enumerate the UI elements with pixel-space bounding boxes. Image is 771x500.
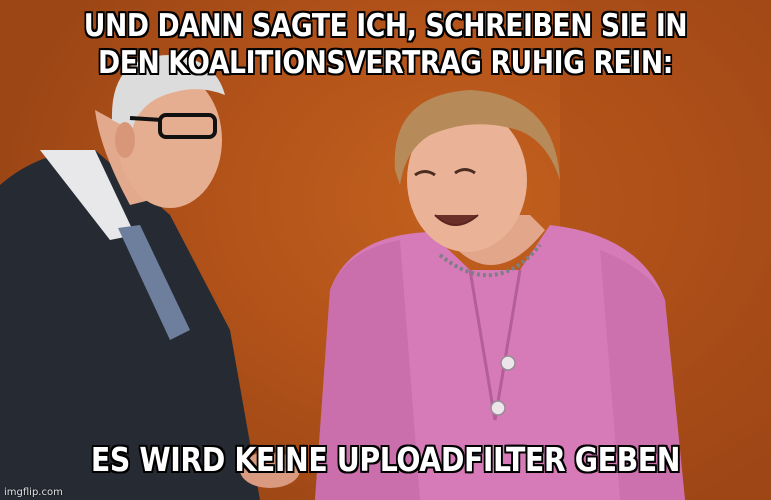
top-caption: UND DANN SAGTE ICH, SCHREIBEN SIE IN DEN… [83,8,688,81]
man-ear [115,122,135,158]
bottom-caption: ES WIRD KEINE UPLOADFILTER GEBEN [90,440,681,479]
jacket-button-1 [500,355,516,371]
jacket-button-2 [490,400,506,416]
watermark: imgflip.com [4,487,63,498]
meme-image: UND DANN SAGTE ICH, SCHREIBEN SIE IN DEN… [0,0,771,500]
